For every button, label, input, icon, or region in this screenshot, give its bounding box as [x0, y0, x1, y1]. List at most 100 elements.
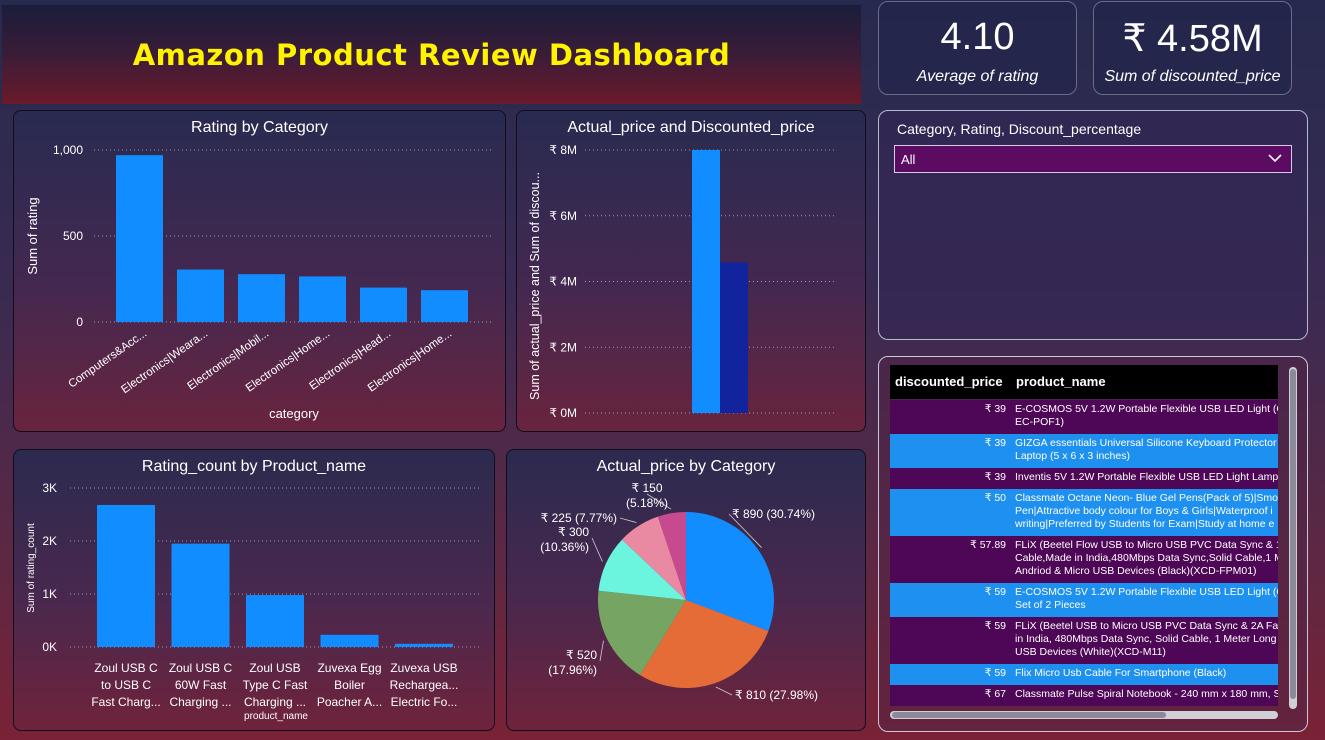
column-header-discounted-price[interactable]: discounted_price	[895, 374, 1003, 389]
leader-line	[619, 517, 637, 523]
chart-actual-vs-discounted-price[interactable]: Actual_price and Discounted_price ₹ 0M ₹ …	[516, 110, 866, 432]
horizontal-scrollbar[interactable]	[890, 711, 1278, 719]
y-tick-label: 500	[63, 229, 83, 243]
x-tick-label: Zuvexa Egg	[317, 661, 381, 675]
kpi-sum-discounted-price[interactable]: ₹ 4.58M Sum of discounted_price	[1093, 1, 1292, 95]
cell-product-name: Classmate Pulse Spiral Notebook - 240 mm…	[1015, 688, 1278, 700]
actual-price-pie: ₹ 890 (30.74%) ₹ 810 (27.98%) ₹ 520(17.96%…	[540, 481, 818, 702]
slicer-title: Category, Rating, Discount_percentage	[897, 121, 1142, 137]
bar	[116, 155, 163, 322]
bar	[246, 595, 304, 647]
y-tick-label: 0K	[42, 640, 57, 654]
slicer-dropdown[interactable]: All	[894, 145, 1292, 173]
cell-discounted-price: ₹ 50	[984, 492, 1006, 504]
slice-percent-label: (17.96%)	[548, 663, 597, 677]
table-row[interactable]: ₹ 39 E-COSMOS 5V 1.2W Portable Flexible U…	[890, 400, 1278, 434]
y-tick-label: ₹ 4M	[549, 275, 577, 289]
bar-actual-price	[692, 150, 720, 413]
x-tick-label: Zoul USB	[249, 661, 300, 675]
rating-count-plot: 0K 1K 2K 3K Zoul USB C to USB C Fast Charg... Z…	[26, 481, 482, 722]
x-tick-label: 60W Fast	[175, 678, 227, 692]
slice-percent-label: (10.36%)	[540, 540, 589, 554]
cell-discounted-price: ₹ 39	[984, 471, 1006, 483]
slice-label: ₹ 810 (27.98%)	[735, 688, 818, 702]
leader-line	[715, 686, 733, 696]
x-axis-label: category	[269, 406, 319, 421]
chevron-down-icon	[1268, 154, 1282, 163]
chart-rating-count-by-product[interactable]: Rating_count by Product_name 0K 1K 2K 3K Zou…	[13, 449, 495, 731]
table-row[interactable]: ₹ 57.89 FLiX (Beetel Flow USB to Micro US…	[890, 536, 1278, 583]
x-tick-label: Boiler	[334, 678, 365, 692]
bar	[395, 643, 453, 647]
y-axis-label: Sum of rating_count	[26, 523, 37, 613]
table-row[interactable]: ₹ 50 Classmate Octane Neon- Blue Gel Pens…	[890, 489, 1278, 536]
dashboard-title: Amazon Product Review Dashboard	[132, 38, 731, 72]
bar	[177, 269, 224, 322]
kpi-label: Average of rating	[916, 68, 1039, 85]
chart-rating-by-category[interactable]: Rating by Category 0 500 1,000 Computers&Ac…	[13, 110, 506, 432]
scrollbar-thumb[interactable]	[892, 712, 1166, 718]
cell-product-name: Classmate Octane Neon- Blue Gel Pens(Pac…	[1015, 492, 1278, 530]
x-axis-label: product_name	[244, 711, 308, 722]
leader-line	[599, 640, 604, 662]
cell-discounted-price: ₹ 59	[984, 586, 1006, 598]
bar	[299, 276, 346, 322]
kpi-average-rating[interactable]: 4.10 Average of rating	[878, 1, 1077, 95]
slice-value-label: ₹ 300	[558, 525, 589, 539]
table-row[interactable]: ₹ 67 Classmate Pulse Spiral Notebook - 24…	[890, 685, 1278, 706]
y-tick-label: ₹ 0M	[549, 406, 577, 420]
cell-product-name: GIZGA essentials Universal Silicone Keyb…	[1015, 437, 1278, 462]
y-tick-label: ₹ 6M	[549, 209, 577, 223]
rating-by-category-plot: 05001,000Computers&Acc...Electronics|Wea…	[25, 143, 492, 421]
chart-actual-price-by-category[interactable]: Actual_price by Category ₹ 890 (30.74%) ₹…	[506, 449, 866, 731]
slice-label: ₹ 890 (30.74%)	[732, 507, 815, 521]
cell-product-name: E-COSMOS 5V 1.2W Portable Flexible USB L…	[1015, 586, 1278, 611]
kpi-value: ₹ 4.58M	[1122, 18, 1263, 60]
x-tick-label: Zoul USB C	[94, 661, 158, 675]
bar	[421, 290, 468, 322]
cell-discounted-price: ₹ 67	[984, 688, 1006, 700]
product-table[interactable]: discounted_price product_name ₹ 39 E-COSM…	[878, 356, 1308, 732]
actual-vs-discounted-plot: ₹ 0M ₹ 2M ₹ 4M ₹ 6M ₹ 8M Sum of actual_price …	[528, 143, 837, 420]
vertical-scrollbar[interactable]	[1289, 367, 1297, 709]
cell-product-name: FLiX (Beetel Flow USB to Micro USB PVC D…	[1015, 539, 1278, 577]
table-row[interactable]: ₹ 59 FLiX (Beetel USB to Micro USB PVC Da…	[890, 617, 1278, 664]
cell-product-name: FLiX (Beetel USB to Micro USB PVC Data S…	[1015, 620, 1278, 658]
x-tick-label: Rechargea...	[390, 678, 459, 692]
bar	[171, 543, 230, 647]
y-tick-label: 0	[76, 315, 83, 329]
bar-discounted-price	[720, 262, 748, 413]
x-tick-label: Charging ...	[244, 695, 306, 709]
x-tick-label: Zuvexa USB	[390, 661, 457, 675]
filter-slicer: Category, Rating, Discount_percentage Al…	[878, 110, 1308, 340]
column-header-product-name[interactable]: product_name	[1016, 374, 1106, 389]
x-tick-label: Fast Charg...	[91, 695, 160, 709]
table-row[interactable]: ₹ 59 Flix Micro Usb Cable For Smartphone …	[890, 664, 1278, 685]
cell-product-name: E-COSMOS 5V 1.2W Portable Flexible USB L…	[1015, 403, 1278, 428]
y-tick-label: ₹ 8M	[549, 143, 577, 157]
table-body: ₹ 39 E-COSMOS 5V 1.2W Portable Flexible U…	[890, 400, 1278, 708]
x-tick-label: Poacher A...	[317, 695, 382, 709]
x-tick-label: Electric Fo...	[391, 695, 458, 709]
bar	[320, 634, 379, 647]
leader-line	[591, 537, 603, 562]
bar	[360, 287, 407, 322]
table-row[interactable]: ₹ 39 GIZGA essentials Universal Silicone …	[890, 434, 1278, 468]
scrollbar-thumb[interactable]	[1290, 369, 1296, 699]
cell-discounted-price: ₹ 59	[984, 620, 1006, 632]
x-tick-label: to USB C	[101, 678, 151, 692]
y-axis-label: Sum of actual_price and Sum of discou...	[528, 172, 542, 400]
slice-value-label: ₹ 520	[566, 648, 597, 662]
y-tick-label: 1,000	[53, 143, 83, 157]
kpi-label: Sum of discounted_price	[1104, 68, 1281, 85]
table-header: discounted_price product_name	[890, 365, 1278, 399]
cell-product-name: Inventis 5V 1.2W Portable Flexible USB L…	[1015, 471, 1278, 483]
x-tick-label: Zoul USB C	[169, 661, 233, 675]
table-row[interactable]: ₹ 39 Inventis 5V 1.2W Portable Flexible U…	[890, 468, 1278, 489]
y-tick-label: 3K	[42, 481, 57, 495]
cell-discounted-price: ₹ 57.89	[970, 539, 1006, 551]
y-axis-label: Sum of rating	[25, 197, 40, 274]
x-tick-label: Type C Fast	[243, 678, 308, 692]
table-row[interactable]: ₹ 59 E-COSMOS 5V 1.2W Portable Flexible U…	[890, 583, 1278, 617]
y-tick-label: 1K	[42, 587, 57, 601]
